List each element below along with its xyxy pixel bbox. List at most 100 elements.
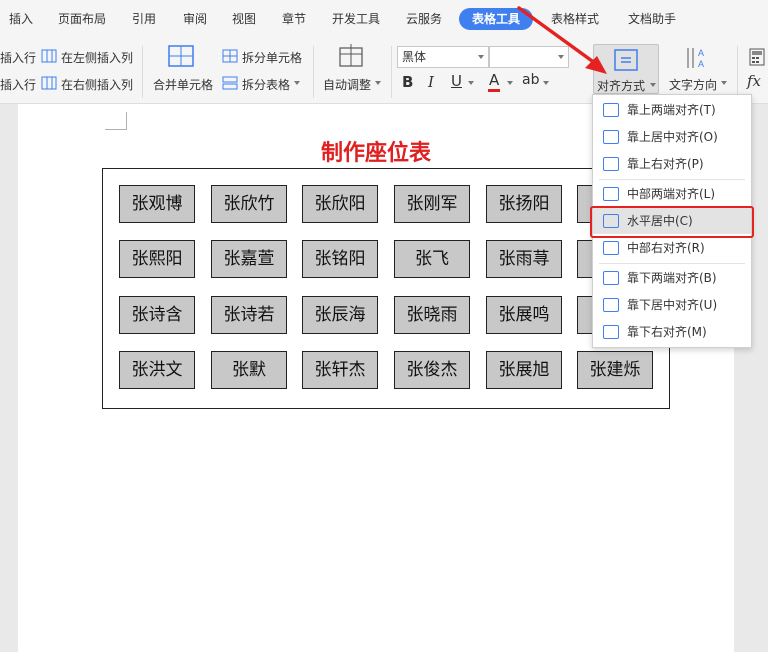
merge-cells-icon	[168, 44, 194, 71]
text-direction-button[interactable]: 文字方向	[669, 76, 717, 93]
underline-dropdown-icon[interactable]	[468, 81, 474, 85]
seat-cell[interactable]: 张雨荨	[486, 240, 562, 278]
tab-section[interactable]: 章节	[282, 0, 306, 38]
seat-cell[interactable]: 张展鸣	[486, 296, 562, 334]
align-bottom-justify-icon	[603, 271, 619, 285]
tab-developer[interactable]: 开发工具	[332, 0, 380, 38]
seat-cell[interactable]: 张扬阳	[486, 185, 562, 223]
insert-col-left-button[interactable]: 在左侧插入列	[61, 49, 133, 66]
seat-cell[interactable]: 张洪文	[119, 351, 195, 389]
font-color-dropdown-icon[interactable]	[507, 81, 513, 85]
char-shading-dropdown-icon[interactable]	[543, 81, 549, 85]
auto-fit-icon	[338, 44, 364, 71]
seat-table[interactable]: 张观博 张欣竹 张欣阳 张刚军 张扬阳 张熙阳 张嘉萱 张铭阳 张飞 张雨荨 张…	[102, 168, 670, 409]
tab-doc-assistant[interactable]: 文档助手	[628, 0, 676, 38]
tab-view[interactable]: 视图	[232, 0, 256, 38]
seat-cell[interactable]: 张诗若	[211, 296, 287, 334]
seat-cell[interactable]: 张辰海	[302, 296, 378, 334]
menu-item-middle-justify[interactable]: 中部两端对齐(L)	[593, 181, 751, 207]
seat-cell[interactable]: 张建烁	[577, 351, 653, 389]
text-direction-icon: AA	[685, 46, 711, 73]
menu-divider	[599, 263, 745, 264]
auto-fit-button[interactable]: 自动调整	[323, 76, 371, 93]
align-center-icon	[614, 49, 638, 74]
seat-cell[interactable]: 张铭阳	[302, 240, 378, 278]
tab-review[interactable]: 审阅	[183, 0, 207, 38]
menu-item-middle-right[interactable]: 中部右对齐(R)	[593, 235, 751, 261]
auto-fit-dropdown-icon[interactable]	[375, 81, 381, 85]
underline-icon[interactable]: U	[451, 72, 462, 90]
menu-item-top-center[interactable]: 靠上居中对齐(O)	[593, 124, 751, 150]
seat-cell[interactable]: 张诗含	[119, 296, 195, 334]
ribbon-divider	[142, 46, 143, 98]
align-middle-right-icon	[603, 241, 619, 255]
menu-item-bottom-right[interactable]: 靠下右对齐(M)	[593, 319, 751, 345]
seat-cell[interactable]: 张默	[211, 351, 287, 389]
formula-icon[interactable]: fx	[747, 72, 761, 90]
split-cells-button[interactable]: 拆分单元格	[242, 49, 302, 66]
ribbon-divider	[737, 46, 738, 98]
seat-cell[interactable]: 张展旭	[486, 351, 562, 389]
insert-col-right-button[interactable]: 在右侧插入列	[61, 76, 133, 93]
menu-item-top-right[interactable]: 靠上右对齐(P)	[593, 151, 751, 177]
menu-item-label: 靠上两端对齐(T)	[627, 103, 716, 117]
align-top-justify-icon	[603, 103, 619, 117]
seat-cell[interactable]: 张嘉萱	[211, 240, 287, 278]
menu-item-bottom-justify[interactable]: 靠下两端对齐(B)	[593, 265, 751, 291]
seat-cell[interactable]: 张俊杰	[394, 351, 470, 389]
split-table-icon	[222, 75, 238, 94]
menu-item-label: 靠上居中对齐(O)	[627, 130, 718, 144]
menu-item-label: 中部右对齐(R)	[627, 241, 705, 255]
seat-cell[interactable]: 张飞	[394, 240, 470, 278]
insert-row-above-button[interactable]: 插入行	[0, 49, 36, 66]
seat-cell[interactable]: 张熙阳	[119, 240, 195, 278]
menu-item-label: 靠上右对齐(P)	[627, 157, 704, 171]
font-color-swatch	[488, 89, 500, 92]
seat-cell[interactable]: 张观博	[119, 185, 195, 223]
margin-corner-mark	[105, 112, 127, 130]
seat-cell[interactable]: 张轩杰	[302, 351, 378, 389]
chevron-down-icon	[478, 55, 484, 59]
font-color-icon[interactable]: A	[489, 71, 499, 89]
align-top-center-icon	[603, 130, 619, 144]
bold-icon[interactable]: B	[402, 73, 413, 91]
menu-divider	[599, 179, 745, 180]
svg-text:A: A	[698, 48, 704, 58]
annotation-arrow	[517, 6, 607, 74]
split-table-dropdown-icon[interactable]	[294, 81, 300, 85]
italic-icon[interactable]: I	[428, 73, 434, 91]
seat-cell[interactable]: 张刚军	[394, 185, 470, 223]
tab-page-layout[interactable]: 页面布局	[58, 0, 106, 38]
tab-cloud-service[interactable]: 云服务	[406, 0, 442, 38]
menu-item-label: 靠下居中对齐(U)	[627, 298, 718, 312]
align-bottom-right-icon	[603, 325, 619, 339]
menu-item-label: 靠下右对齐(M)	[627, 325, 707, 339]
svg-text:A: A	[698, 59, 704, 69]
text-direction-dropdown-icon[interactable]	[721, 81, 727, 85]
align-top-right-icon	[603, 157, 619, 171]
split-table-button[interactable]: 拆分表格	[242, 76, 290, 93]
split-cells-icon	[222, 48, 238, 67]
insert-row-below-button[interactable]: 插入行	[0, 76, 36, 93]
menu-item-bottom-center[interactable]: 靠下居中对齐(U)	[593, 292, 751, 318]
align-middle-justify-icon	[603, 187, 619, 201]
chevron-down-icon	[650, 83, 656, 87]
menu-bar: 插入 页面布局 引用 审阅 视图 章节 开发工具 云服务 表格工具 表格样式 文…	[0, 0, 768, 38]
highlight-box	[590, 206, 754, 238]
font-name-select[interactable]: 黑体	[397, 46, 489, 68]
insert-col-left-icon	[41, 48, 57, 67]
seat-cell[interactable]: 张欣阳	[302, 185, 378, 223]
menu-item-label: 靠下两端对齐(B)	[627, 271, 717, 285]
seat-cell[interactable]: 张晓雨	[394, 296, 470, 334]
font-name-value: 黑体	[402, 50, 427, 64]
seat-cell[interactable]: 张欣竹	[211, 185, 287, 223]
ribbon-divider	[391, 46, 392, 98]
calculator-icon[interactable]	[749, 48, 765, 69]
ribbon-divider	[313, 46, 314, 98]
insert-col-right-icon	[41, 75, 57, 94]
menu-item-label: 中部两端对齐(L)	[627, 187, 716, 201]
menu-item-top-justify[interactable]: 靠上两端对齐(T)	[593, 97, 751, 123]
tab-insert[interactable]: 插入	[9, 0, 33, 38]
tab-references[interactable]: 引用	[132, 0, 156, 38]
merge-cells-button[interactable]: 合并单元格	[153, 76, 213, 93]
